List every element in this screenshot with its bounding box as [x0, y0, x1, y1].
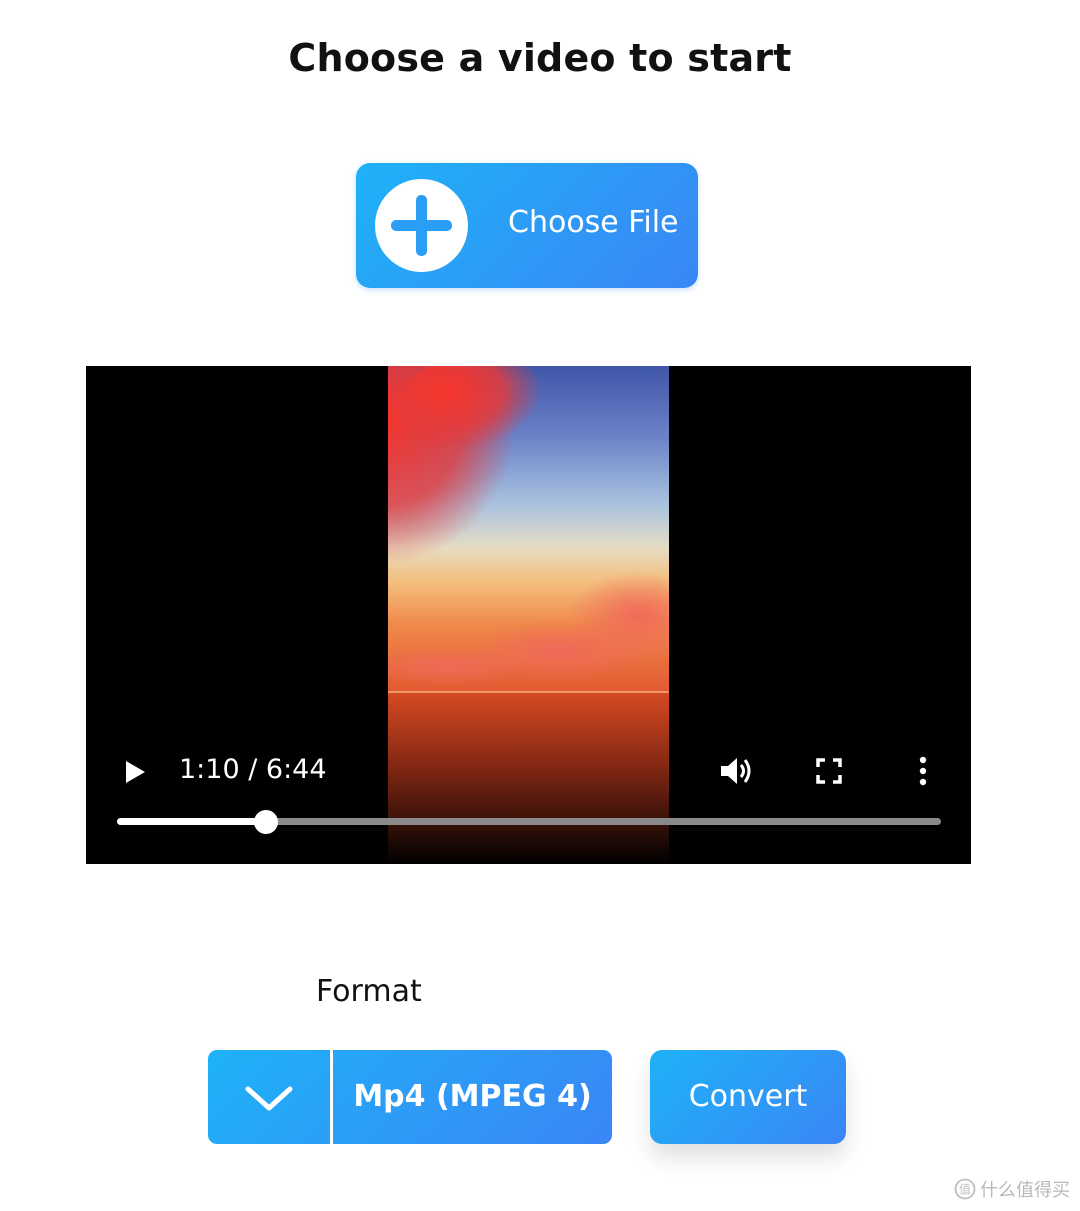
seek-bar[interactable]	[117, 810, 941, 834]
plus-circle-icon	[375, 179, 468, 272]
choose-file-label: Choose File	[508, 205, 679, 240]
format-selected-value: Mp4 (MPEG 4)	[353, 1079, 592, 1114]
play-icon[interactable]	[122, 757, 148, 787]
video-player[interactable]: 1:10 / 6:44	[86, 366, 971, 864]
seek-bar-played	[117, 818, 267, 825]
volume-icon[interactable]	[718, 754, 754, 788]
more-vertical-icon[interactable]	[916, 756, 930, 786]
chevron-down-icon[interactable]	[208, 1050, 330, 1144]
watermark: 值 什么值得买	[954, 1176, 1070, 1202]
seek-thumb[interactable]	[254, 810, 279, 834]
format-select[interactable]: Mp4 (MPEG 4)	[208, 1050, 612, 1144]
player-controls: 1:10 / 6:44	[86, 366, 971, 864]
watermark-logo-icon: 值	[954, 1178, 976, 1200]
choose-file-button[interactable]: Choose File	[356, 163, 698, 288]
svg-text:值: 值	[959, 1182, 971, 1197]
fullscreen-icon[interactable]	[816, 758, 842, 784]
time-display: 1:10 / 6:44	[179, 754, 327, 785]
watermark-text: 什么值得买	[980, 1180, 1070, 1201]
page-title: Choose a video to start	[288, 36, 792, 80]
convert-button[interactable]: Convert	[650, 1050, 846, 1144]
format-label: Format	[316, 974, 422, 1009]
